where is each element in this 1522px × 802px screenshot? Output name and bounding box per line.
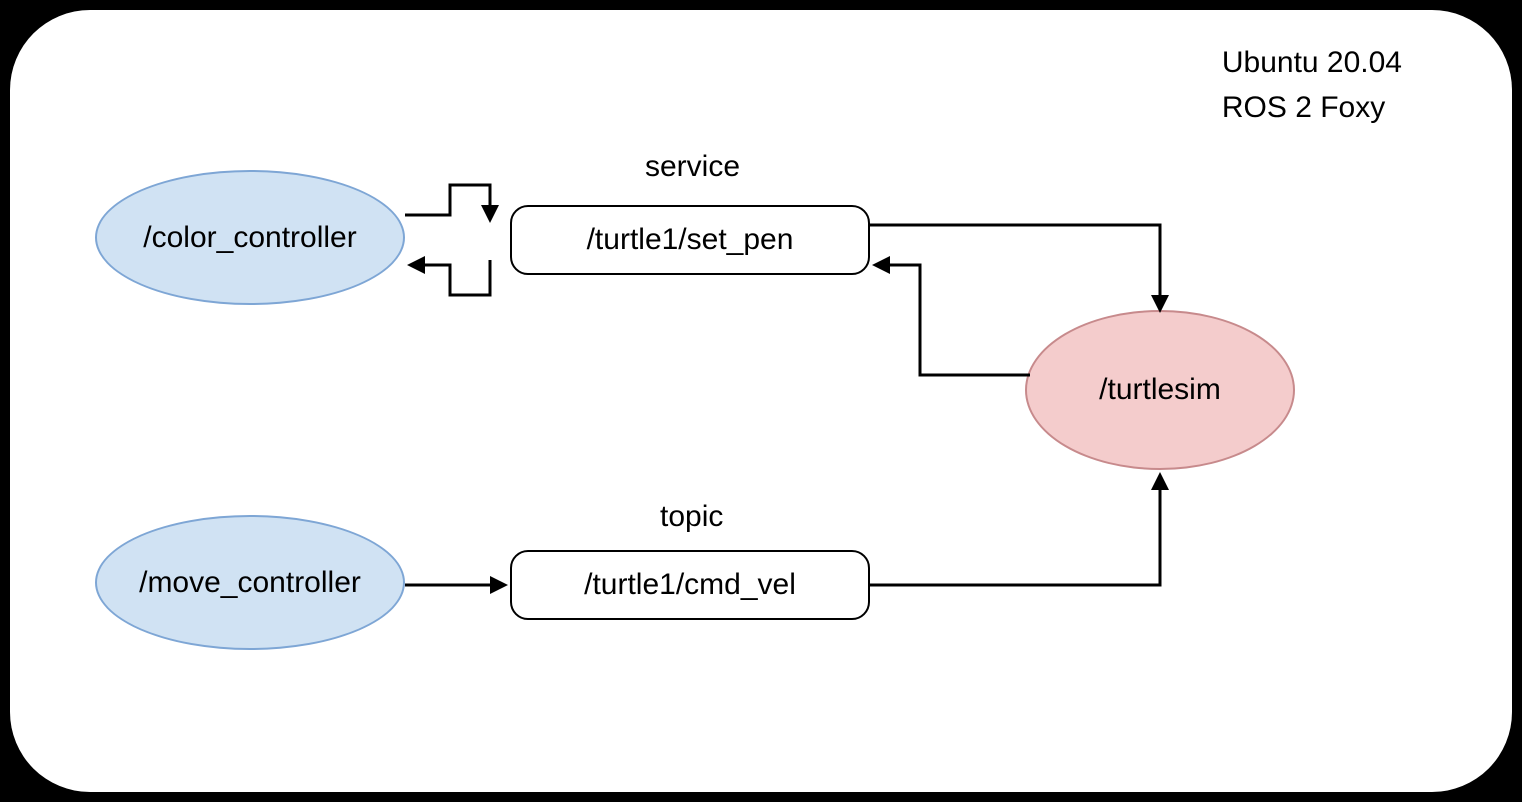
node-color-controller: /color_controller bbox=[95, 170, 405, 305]
node-turtlesim: /turtlesim bbox=[1025, 310, 1295, 470]
system-info: Ubuntu 20.04 ROS 2 Foxy bbox=[1222, 40, 1402, 130]
node-turtlesim-label: /turtlesim bbox=[1099, 373, 1221, 407]
node-move-controller-label: /move_controller bbox=[139, 566, 361, 600]
service-set-pen-label: /turtle1/set_pen bbox=[587, 223, 794, 257]
service-set-pen: /turtle1/set_pen bbox=[510, 205, 870, 275]
service-label: service bbox=[645, 150, 740, 184]
node-color-controller-label: /color_controller bbox=[143, 221, 356, 255]
node-move-controller: /move_controller bbox=[95, 515, 405, 650]
topic-cmd-vel: /turtle1/cmd_vel bbox=[510, 550, 870, 620]
ros-version: ROS 2 Foxy bbox=[1222, 85, 1402, 130]
os-version: Ubuntu 20.04 bbox=[1222, 40, 1402, 85]
topic-cmd-vel-label: /turtle1/cmd_vel bbox=[584, 568, 796, 602]
diagram-container: Ubuntu 20.04 ROS 2 Foxy /color_controlle… bbox=[10, 10, 1512, 792]
topic-label: topic bbox=[660, 500, 723, 534]
